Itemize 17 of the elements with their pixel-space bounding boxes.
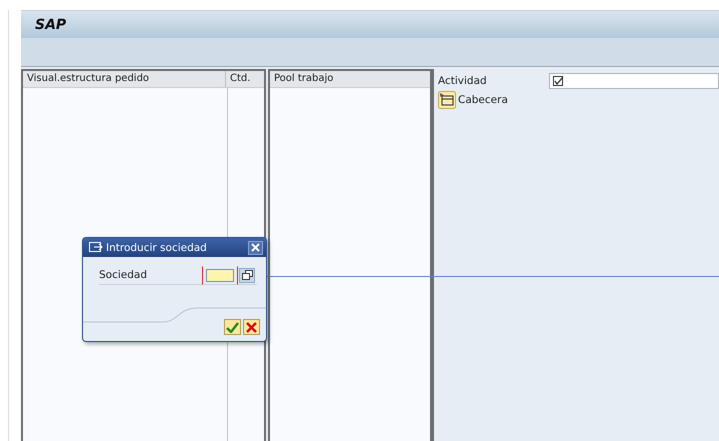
close-button[interactable] [248,240,263,254]
checkbox-icon[interactable] [553,76,564,86]
column-header[interactable]: Pool trabajo [270,71,430,87]
field-label: Actividad [438,75,488,87]
confirm-button[interactable] [224,319,241,335]
cancel-button[interactable] [243,319,260,335]
window-title: SAP [35,16,66,32]
column-header[interactable]: Ctd. [226,71,264,87]
folder-icon[interactable] [438,91,456,109]
dialog-title: Introducir sociedad [106,242,208,254]
column-header[interactable]: Visual.estructura pedido [23,71,226,87]
header-link[interactable]: Cabecera [458,94,508,106]
value-help-button[interactable] [239,268,255,282]
field-label: Sociedad [99,269,148,281]
dialog-icon [89,242,103,253]
company-field[interactable] [202,266,238,284]
activity-field[interactable] [549,73,719,89]
